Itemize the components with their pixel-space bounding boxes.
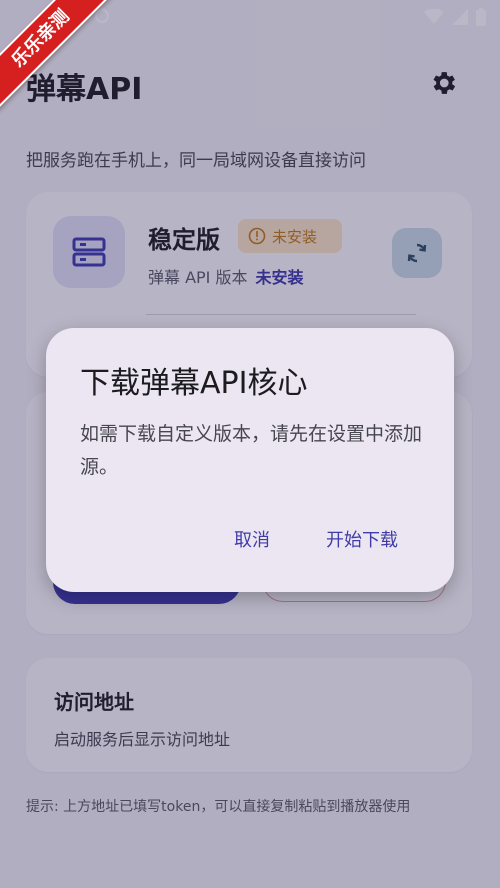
cancel-button[interactable]: 取消 <box>234 526 270 552</box>
dialog-title: 下载弹幕API核心 <box>80 366 308 401</box>
start-download-button[interactable]: 开始下载 <box>326 526 398 552</box>
dialog-body: 如需下载自定义版本，请先在设置中添加源。 <box>80 423 423 478</box>
download-dialog: 下载弹幕API核心 如需下载自定义版本，请先在设置中添加源。 取消 开始下载 <box>46 328 454 592</box>
